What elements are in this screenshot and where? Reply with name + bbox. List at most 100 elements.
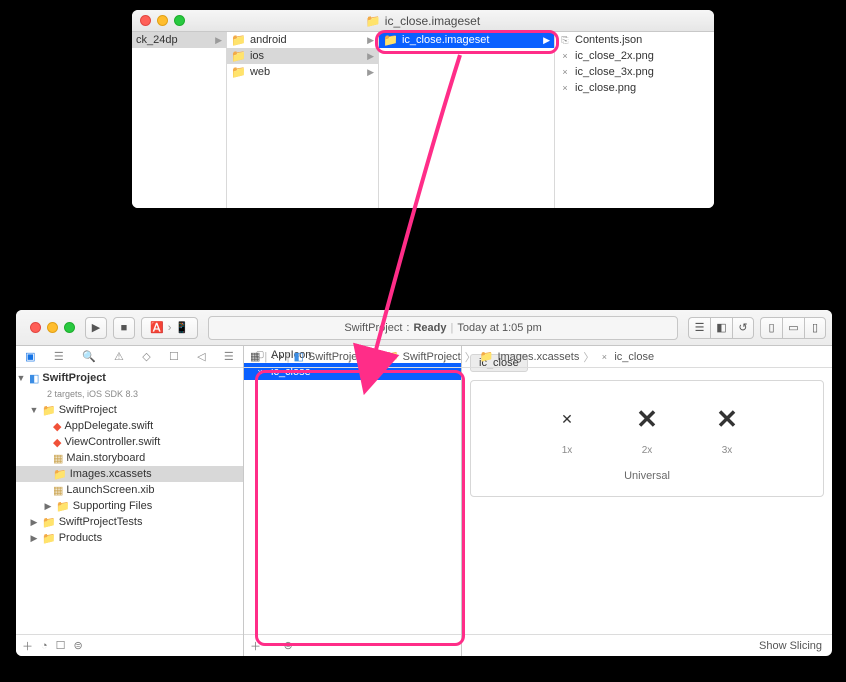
file-tree: ▼ ◧ SwiftProject 2 targets, iOS SDK 8.3 … xyxy=(16,368,243,634)
folder-icon: 📁 xyxy=(42,404,56,417)
file-icon: ⎘ xyxy=(559,34,571,46)
folder-icon: 📁 xyxy=(366,14,381,28)
status-time: Today at 1:05 pm xyxy=(457,322,541,334)
tree-group-supporting[interactable]: ▶ 📁 Supporting Files xyxy=(16,498,243,514)
tree-file[interactable]: ▦ LaunchScreen.xib xyxy=(16,482,243,498)
toggle-utilities-button[interactable]: ▯ xyxy=(804,317,826,339)
navigator-tabs: ▣ ☰ 🔍 ⚠ ◇ ☐ ◁ ☰ xyxy=(16,346,243,368)
finder-item-label: web xyxy=(250,66,270,78)
folder-icon: 📁 xyxy=(231,65,246,79)
jump-item[interactable]: SwiftProject xyxy=(403,351,461,363)
tree-file[interactable]: ◆ AppDelegate.swift xyxy=(16,418,243,434)
test-nav-tab[interactable]: ◇ xyxy=(142,350,150,363)
version-editor-button[interactable]: ↺ xyxy=(732,317,754,339)
tree-group-products[interactable]: ▶ 📁 Products xyxy=(16,530,243,546)
editor-mode-segmented: ☰ ◧ ↺ xyxy=(688,317,754,339)
debug-nav-tab[interactable]: ☐ xyxy=(169,350,179,363)
stop-button[interactable]: ■ xyxy=(113,317,135,339)
search-nav-tab[interactable]: 🔍 xyxy=(82,350,96,363)
finder-item-label: ic_close_2x.png xyxy=(575,50,654,62)
symbol-nav-tab[interactable]: ☰ xyxy=(54,350,64,363)
toggle-debug-button[interactable]: ▭ xyxy=(782,317,804,339)
tree-subtitle: 2 targets, iOS SDK 8.3 xyxy=(47,389,138,399)
standard-editor-button[interactable]: ☰ xyxy=(688,317,710,339)
disclosure-icon[interactable]: ▼ xyxy=(16,373,26,383)
finder-item-file[interactable]: ⎘ Contents.json xyxy=(555,32,714,48)
swift-icon: ◆ xyxy=(53,420,61,433)
traffic-lights xyxy=(22,322,75,333)
show-slicing-button[interactable]: Show Slicing xyxy=(759,640,822,652)
window-close-button[interactable] xyxy=(30,322,41,333)
project-nav-tab[interactable]: ▣ xyxy=(25,350,35,363)
window-minimize-button[interactable] xyxy=(47,322,58,333)
activity-viewer: SwiftProject: Ready | Today at 1:05 pm xyxy=(208,316,678,340)
image-slot-1x[interactable]: ✕ 1x xyxy=(547,399,587,456)
chevron-right-icon: ▶ xyxy=(367,35,374,46)
issue-nav-tab[interactable]: ⚠ xyxy=(114,350,124,363)
tree-label: Supporting Files xyxy=(73,500,153,512)
chevron-right-icon: ▶ xyxy=(215,35,222,46)
finder-item-label: ic_close.png xyxy=(575,82,636,94)
add-button[interactable]: ＋ xyxy=(22,638,33,654)
disclosure-icon[interactable]: ▶ xyxy=(43,501,53,512)
disclosure-icon[interactable]: ▼ xyxy=(29,405,39,415)
finder-item-file[interactable]: × ic_close_3x.png xyxy=(555,64,714,80)
storyboard-icon: ▦ xyxy=(53,452,63,465)
finder-col-3: ⎘ Contents.json × ic_close_2x.png × ic_c… xyxy=(555,32,714,208)
folder-icon: 📁 xyxy=(42,532,56,545)
image-icon: × xyxy=(598,351,610,363)
assets-icon: 📁 xyxy=(480,350,494,363)
image-slot-3x[interactable]: ✕ 3x xyxy=(707,399,747,456)
tree-project-sub: 2 targets, iOS SDK 8.3 xyxy=(16,386,243,402)
xcode-toolbar: ▶ ■ 🅰️ › 📱 SwiftProject: Ready | Today a… xyxy=(16,310,832,346)
tree-label: Products xyxy=(59,532,102,544)
jump-item[interactable]: ic_close xyxy=(614,351,654,363)
scheme-selector[interactable]: 🅰️ › 📱 xyxy=(141,317,198,339)
finder-item[interactable]: ck_24dp ▶ xyxy=(132,32,226,48)
window-zoom-button[interactable] xyxy=(64,322,75,333)
tree-file[interactable]: ▦ Main.storyboard xyxy=(16,450,243,466)
tree-label: AppDelegate.swift xyxy=(64,420,153,432)
disclosure-icon[interactable]: ▶ xyxy=(29,533,39,544)
panel-toggles-segmented: ▯ ▭ ▯ xyxy=(760,317,826,339)
annotation-highlight-target xyxy=(255,370,465,646)
finder-col-0: ck_24dp ▶ xyxy=(132,32,227,208)
close-icon: ✕ xyxy=(707,399,747,439)
finder-item-label: ck_24dp xyxy=(136,34,178,46)
jump-back-button[interactable]: ‹ xyxy=(271,351,275,363)
jump-forward-button[interactable]: › xyxy=(279,351,283,363)
slot-label: 3x xyxy=(722,445,733,456)
finder-item-file[interactable]: × ic_close_2x.png xyxy=(555,48,714,64)
filter-scm-button[interactable]: ☐ xyxy=(56,639,66,652)
filter-unsaved-button[interactable]: ⊜ xyxy=(74,639,83,652)
image-slot-2x[interactable]: ✕ 2x xyxy=(627,399,667,456)
asset-editor: ic_close ✕ 1x ✕ 2x ✕ 3 xyxy=(462,346,832,656)
jump-item[interactable]: SwiftProject xyxy=(308,351,366,363)
finder-title: 📁 ic_close.imageset xyxy=(132,14,714,28)
jump-history-group-icon[interactable]: ▦ xyxy=(250,350,260,363)
disclosure-icon[interactable]: ▶ xyxy=(29,517,39,528)
assistant-editor-button[interactable]: ◧ xyxy=(710,317,732,339)
finder-item-ios[interactable]: 📁 ios ▶ xyxy=(227,48,378,64)
project-icon: ◧ xyxy=(29,372,39,385)
tree-label: Main.storyboard xyxy=(66,452,145,464)
status-state: Ready xyxy=(413,322,446,334)
jump-item[interactable]: Images.xcassets xyxy=(497,351,579,363)
toggle-navigator-button[interactable]: ▯ xyxy=(760,317,782,339)
filter-recent-button[interactable]: ◔ xyxy=(41,640,48,652)
tree-label: Images.xcassets xyxy=(70,468,152,480)
finder-item-web[interactable]: 📁 web ▶ xyxy=(227,64,378,80)
tree-file[interactable]: ◆ ViewController.swift xyxy=(16,434,243,450)
finder-item-label: ic_close_3x.png xyxy=(575,66,654,78)
navigator-footer: ＋ ◔ ☐ ⊜ xyxy=(16,634,243,656)
tree-group-app[interactable]: ▼ 📁 SwiftProject xyxy=(16,402,243,418)
breakpoint-nav-tab[interactable]: ◁ xyxy=(197,350,205,363)
tree-group-tests[interactable]: ▶ 📁 SwiftProjectTests xyxy=(16,514,243,530)
run-button[interactable]: ▶ xyxy=(85,317,107,339)
finder-item-android[interactable]: 📁 android ▶ xyxy=(227,32,378,48)
xib-icon: ▦ xyxy=(53,484,63,497)
tree-file-assets[interactable]: 📁 Images.xcassets xyxy=(16,466,243,482)
tree-project[interactable]: ▼ ◧ SwiftProject xyxy=(16,370,243,386)
report-nav-tab[interactable]: ☰ xyxy=(224,350,234,363)
finder-item-file[interactable]: × ic_close.png xyxy=(555,80,714,96)
